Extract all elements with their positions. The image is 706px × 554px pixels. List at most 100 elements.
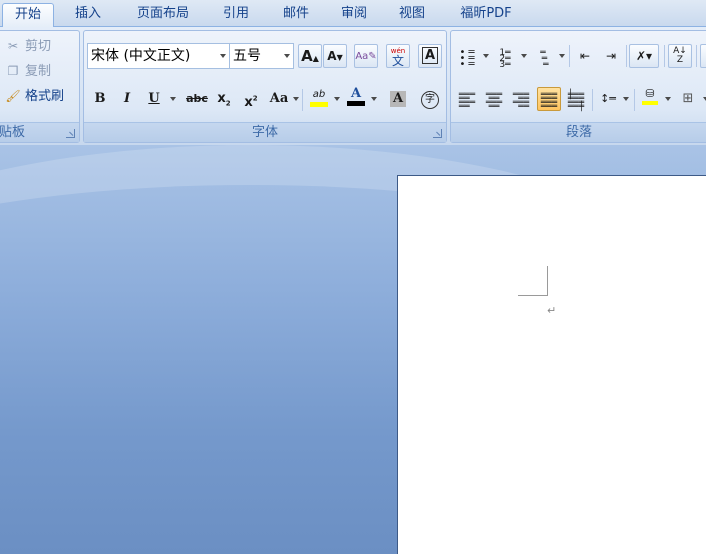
- bullet-list-icon: • ═ • ═ • ═: [459, 47, 475, 70]
- tab-mailings[interactable]: 邮件: [270, 3, 322, 27]
- chevron-down-icon: [220, 54, 226, 58]
- italic-icon: I: [123, 91, 131, 106]
- tab-insert[interactable]: 插入: [62, 3, 114, 27]
- shading-button[interactable]: ⛁: [638, 86, 662, 110]
- clear-formatting-button[interactable]: Aa✎: [354, 44, 378, 68]
- justify-icon: ═══ ═══ ═══ ═══: [540, 90, 558, 112]
- numbering-button[interactable]: 1═ 2═ 3═: [493, 44, 517, 70]
- decrease-indent-icon: ⇤: [579, 49, 591, 63]
- font-group: 宋体 (中文正文) 五号 A▲ A▼ Aa✎ wén 文 A B I U abc…: [83, 30, 447, 143]
- align-right-button[interactable]: ═══ ══ ═══ ══: [509, 87, 533, 112]
- shrink-font-button[interactable]: A▼: [323, 44, 347, 68]
- multilevel-list-button[interactable]: ═ ═ ═: [531, 44, 555, 70]
- strikethrough-icon: abc: [186, 92, 208, 105]
- numbering-dropdown[interactable]: [519, 44, 528, 68]
- tab-references[interactable]: 引用: [210, 3, 262, 27]
- change-case-button[interactable]: Aa: [266, 87, 292, 111]
- paragraph-mark-icon: ↵: [547, 304, 557, 317]
- enclose-characters-icon: 字: [421, 91, 439, 109]
- align-center-icon: ═══ ══ ═══ ══: [485, 90, 503, 112]
- superscript-button[interactable]: x2: [239, 87, 263, 111]
- separator: [626, 45, 627, 67]
- line-spacing-button[interactable]: ↕═: [596, 87, 620, 111]
- margin-corner-mark: [518, 266, 548, 296]
- bullets-button[interactable]: • ═ • ═ • ═: [455, 44, 479, 70]
- font-name-combo[interactable]: 宋体 (中文正文): [87, 43, 230, 69]
- line-spacing-icon: ↕═: [600, 92, 616, 105]
- borders-button[interactable]: ⊞: [676, 87, 700, 111]
- cut-label: 剪切: [25, 39, 52, 54]
- separator: [302, 89, 303, 111]
- font-dialog-launcher[interactable]: [433, 129, 442, 138]
- bold-button[interactable]: B: [88, 87, 112, 111]
- underline-dropdown[interactable]: [168, 87, 177, 111]
- eraser-icon: Aa✎: [355, 51, 377, 62]
- line-spacing-dropdown[interactable]: [621, 87, 630, 111]
- align-center-button[interactable]: ═══ ══ ═══ ══: [482, 87, 506, 112]
- subscript-icon: x2: [217, 91, 231, 108]
- tab-page-layout[interactable]: 页面布局: [124, 3, 202, 27]
- character-border-icon: A: [422, 47, 438, 64]
- font-size-combo[interactable]: 五号: [229, 43, 294, 69]
- bullets-dropdown[interactable]: [481, 44, 490, 68]
- highlighter-icon: ab: [307, 87, 331, 107]
- italic-button[interactable]: I: [115, 87, 139, 111]
- tab-foxit-pdf[interactable]: 福昕PDF: [448, 3, 524, 27]
- grow-font-button[interactable]: A▲: [298, 44, 322, 68]
- tab-review[interactable]: 审阅: [328, 3, 380, 27]
- clipboard-group: ✂ 剪切 ❐ 复制 🖌 格式刷 贴板: [0, 30, 80, 143]
- font-color-button[interactable]: A: [343, 86, 369, 110]
- font-group-label: 字体: [84, 122, 446, 142]
- tab-view[interactable]: 视图: [386, 3, 438, 27]
- chinese-layout-button[interactable]: ✗▾: [629, 44, 659, 68]
- scissors-icon: ✂: [7, 39, 19, 53]
- shading-dropdown[interactable]: [663, 87, 672, 111]
- text-highlight-button[interactable]: ab: [306, 86, 332, 110]
- subscript-button[interactable]: x2: [212, 87, 236, 111]
- show-hide-marks-button[interactable]: ¶: [700, 44, 706, 68]
- distributed-icon: ╪══ ═══ ═══ ══╪: [567, 90, 585, 112]
- decrease-indent-button[interactable]: ⇤: [573, 44, 597, 68]
- strikethrough-button[interactable]: abc: [182, 87, 212, 111]
- separator: [592, 89, 593, 111]
- justify-button[interactable]: ═══ ═══ ═══ ═══: [537, 87, 561, 112]
- separator: [634, 89, 635, 111]
- chevron-down-icon: [284, 54, 290, 58]
- underline-button[interactable]: U: [142, 87, 166, 111]
- multilevel-list-dropdown[interactable]: [557, 44, 566, 68]
- align-left-button[interactable]: ═══ ══ ═══ ══: [455, 87, 479, 112]
- numbered-list-icon: 1═ 2═ 3═: [499, 48, 511, 70]
- bold-icon: B: [94, 91, 106, 106]
- separator: [696, 45, 697, 67]
- character-border-button[interactable]: A: [418, 44, 442, 68]
- character-shading-button[interactable]: A: [386, 87, 410, 111]
- font-size-value: 五号: [233, 48, 261, 64]
- separator: [569, 45, 570, 67]
- clipboard-dialog-launcher[interactable]: [66, 129, 75, 138]
- text-highlight-dropdown[interactable]: [332, 87, 341, 111]
- grow-font-icon: A: [301, 47, 313, 65]
- increase-indent-button[interactable]: ⇥: [599, 44, 623, 68]
- enclose-characters-button[interactable]: 字: [418, 87, 442, 111]
- paragraph-group: • ═• ═• ═ 1═2═3═ ═ ═ ═ ⇤ ⇥ ✗▾ A↓Z ¶ ════…: [450, 30, 706, 143]
- tab-home[interactable]: 开始: [2, 3, 54, 28]
- change-case-dropdown[interactable]: [291, 87, 300, 111]
- phonetic-guide-button[interactable]: wén 文: [386, 44, 410, 68]
- increase-indent-icon: ⇥: [605, 49, 617, 63]
- font-color-icon: A: [344, 87, 368, 106]
- underline-icon: U: [148, 91, 160, 106]
- copy-button[interactable]: ❐ 复制: [5, 60, 51, 82]
- borders-dropdown[interactable]: [701, 87, 706, 111]
- separator: [664, 45, 665, 67]
- align-left-icon: ═══ ══ ═══ ══: [458, 90, 476, 112]
- format-painter-label: 格式刷: [25, 89, 65, 104]
- font-color-dropdown[interactable]: [369, 87, 378, 111]
- cut-button[interactable]: ✂ 剪切: [5, 35, 51, 57]
- format-painter-button[interactable]: 🖌 格式刷: [5, 85, 64, 107]
- distributed-button[interactable]: ╪══ ═══ ═══ ══╪: [564, 87, 588, 112]
- document-page[interactable]: ↵: [397, 175, 706, 554]
- shrink-font-icon: A: [327, 49, 337, 63]
- phonetic-guide-icon: wén 文: [390, 47, 406, 68]
- ribbon: ✂ 剪切 ❐ 复制 🖌 格式刷 贴板 宋体 (中文正文) 五号 A▲ A▼ Aa✎ w…: [0, 27, 706, 145]
- sort-button[interactable]: A↓ Z: [668, 44, 692, 68]
